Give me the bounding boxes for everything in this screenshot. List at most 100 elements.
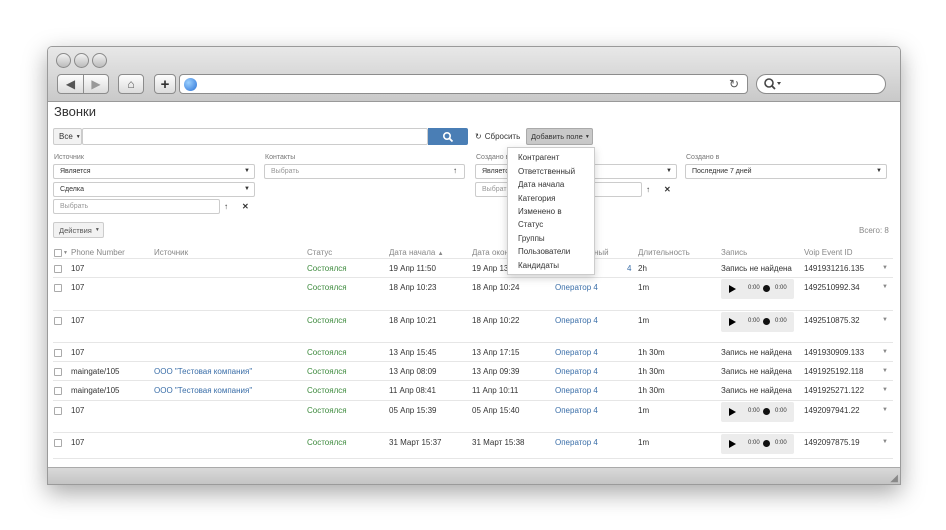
cell-record: Запись не найдена [721,348,792,357]
menu-item-status[interactable]: Статус [518,220,543,229]
menu-item-responsible[interactable]: Ответственный [518,167,575,176]
filter-contacts-picker[interactable]: Выбрать [264,164,465,179]
filter-created-at-select[interactable]: Последние 7 дней ▼ [685,164,887,179]
sort-up-icon[interactable]: ↑ [646,185,650,194]
caret-down-icon[interactable]: ▼ [63,250,68,256]
cell-voip: 1492510875.32 [804,316,860,325]
menu-item-start-date[interactable]: Дата начала [518,180,564,189]
cell-duration: 1m [638,406,650,415]
zoom-window-button[interactable] [92,53,107,68]
column-header-source[interactable]: Источник [154,248,188,257]
player-time-total: 0:00 [775,285,787,291]
row-menu-caret-icon[interactable]: ▼ [882,368,888,374]
play-icon[interactable] [729,440,736,448]
back-button[interactable]: ◀ [57,74,84,94]
audio-player[interactable]: 0:00 0:00 [721,312,794,332]
seek-handle[interactable] [763,285,770,292]
resize-grip-icon[interactable]: ◢ [890,473,898,484]
column-header-voip[interactable]: Voip Event ID [804,248,852,257]
select-all-checkbox[interactable] [54,249,62,257]
remove-filter-icon[interactable]: ✕ [242,202,249,211]
scope-dropdown-label: Все [59,132,73,141]
cell-operator[interactable]: Оператор 4 [555,348,598,357]
address-bar[interactable]: ↻ [179,74,748,94]
audio-player[interactable]: 0:00 0:00 [721,279,794,299]
play-icon[interactable] [729,285,736,293]
column-header-end[interactable]: Дата окон [472,248,509,257]
cell-start: 05 Апр 15:39 [389,406,437,415]
row-menu-caret-icon[interactable]: ▼ [882,284,888,290]
menu-item-counterparty[interactable]: Контрагент [518,153,559,162]
row-menu-caret-icon[interactable]: ▼ [882,387,888,393]
cell-operator[interactable]: Оператор 4 [555,438,598,447]
cell-operator[interactable]: Оператор 4 [555,316,598,325]
browser-search-field[interactable] [756,74,886,94]
add-field-button[interactable]: Добавить поле ▼ [526,128,593,145]
add-field-menu: Контрагент Ответственный Дата начала Кат… [507,147,595,275]
seek-handle[interactable] [763,318,770,325]
reset-button[interactable]: ↻ Сбросить [475,128,525,145]
column-header-status[interactable]: Статус [307,248,332,257]
row-menu-caret-icon[interactable]: ▼ [882,349,888,355]
cell-start: 18 Апр 10:21 [389,316,437,325]
cell-operator[interactable]: Оператор 4 [555,283,598,292]
cell-record: Запись не найдена [721,386,792,395]
menu-item-category[interactable]: Категория [518,194,555,203]
actions-dropdown[interactable]: Действия ▼ [53,222,104,238]
cell-source[interactable]: ООО "Тестовая компания" [154,367,252,376]
seek-handle[interactable] [763,440,770,447]
row-checkbox[interactable] [54,439,62,447]
row-checkbox[interactable] [54,407,62,415]
menu-item-modified-in[interactable]: Изменено в [518,207,562,216]
play-icon[interactable] [729,318,736,326]
cell-start: 19 Апр 11:50 [389,264,436,273]
cell-operator[interactable]: Оператор 4 [555,367,598,376]
row-checkbox[interactable] [54,317,62,325]
forward-button[interactable]: ▶ [83,74,109,94]
column-header-start[interactable]: Дата начала ▲ [389,248,444,257]
column-header-phone[interactable]: Phone Number [71,248,125,257]
seek-handle[interactable] [763,408,770,415]
audio-player[interactable]: 0:00 0:00 [721,402,794,422]
cell-phone: maingate/105 [71,367,120,376]
cell-operator[interactable]: 4 [627,264,631,273]
row-checkbox[interactable] [54,265,62,273]
menu-item-candidates[interactable]: Кандидаты [518,261,559,270]
play-icon[interactable] [729,408,736,416]
row-checkbox[interactable] [54,368,62,376]
row-menu-caret-icon[interactable]: ▼ [882,407,888,413]
row-menu-caret-icon[interactable]: ▼ [882,317,888,323]
remove-filter-icon[interactable]: ✕ [664,185,671,194]
filter-source-value-select[interactable]: Сделка ▼ [53,182,255,197]
filter-source-condition-select[interactable]: Является ▼ [53,164,255,179]
new-tab-button[interactable]: + [154,74,176,94]
minimize-window-button[interactable] [74,53,89,68]
search-input[interactable] [82,128,428,145]
menu-item-groups[interactable]: Группы [518,234,545,243]
sort-up-icon[interactable]: ↑ [224,202,228,211]
cell-phone: 107 [71,406,85,415]
cell-source[interactable]: ООО "Тестовая компания" [154,386,252,395]
row-menu-caret-icon[interactable]: ▼ [882,439,888,445]
search-button[interactable] [428,128,468,145]
close-window-button[interactable] [56,53,71,68]
row-menu-caret-icon[interactable]: ▼ [882,265,888,271]
cell-voip: 1492510992.34 [804,283,860,292]
column-header-operator[interactable]: ный [594,248,609,257]
cell-operator[interactable]: Оператор 4 [555,386,598,395]
reload-icon[interactable]: ↻ [729,77,739,91]
filter-created-in-placeholder: Выбрать [482,186,511,193]
home-button[interactable]: ⌂ [118,74,144,94]
row-checkbox[interactable] [54,349,62,357]
column-header-duration[interactable]: Длительность [638,248,690,257]
filter-source-picker[interactable]: Выбрать [53,199,220,214]
scope-dropdown[interactable]: Все ▼ [53,128,82,145]
audio-player[interactable]: 0:00 0:00 [721,434,794,454]
sort-up-icon[interactable]: ↑ [453,166,457,175]
menu-item-users[interactable]: Пользователи [518,247,570,256]
row-checkbox[interactable] [54,284,62,292]
cell-operator[interactable]: Оператор 4 [555,406,598,415]
column-header-record[interactable]: Запись [721,248,747,257]
row-checkbox[interactable] [54,387,62,395]
cell-voip: 1491931216.135 [804,264,865,273]
